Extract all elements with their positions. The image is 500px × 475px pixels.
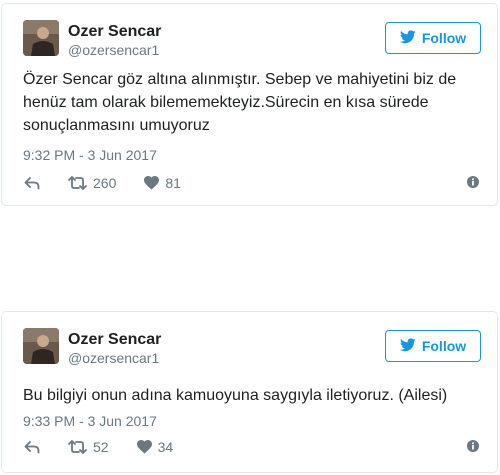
tweet-text: Özer Sencar göz altına alınmıştır. Sebep…	[23, 71, 457, 134]
retweet-icon	[68, 440, 87, 454]
follow-button[interactable]: Follow	[385, 22, 481, 54]
reply-button[interactable]	[24, 176, 40, 190]
twitter-bird-icon	[399, 337, 416, 355]
tweet-actions: 52 34	[24, 437, 479, 457]
author-handle[interactable]: @ozersencar1	[68, 350, 159, 366]
twitter-bird-icon	[399, 29, 416, 47]
avatar[interactable]	[23, 20, 59, 56]
author-handle[interactable]: @ozersencar1	[68, 42, 159, 58]
tweet-card: Ozer Sencar @ozersencar1 Follow Bu bilgi…	[1, 311, 498, 473]
tweet-timestamp[interactable]: 9:32 PM - 3 Jun 2017	[23, 147, 157, 163]
retweet-button[interactable]: 52	[68, 439, 109, 455]
retweet-icon	[68, 176, 87, 190]
tweet-actions: 260 81	[24, 173, 479, 193]
retweet-button[interactable]: 260	[68, 175, 116, 191]
heart-icon	[144, 176, 160, 190]
retweet-count: 52	[93, 439, 109, 455]
follow-label: Follow	[421, 338, 467, 354]
like-button[interactable]: 81	[144, 175, 181, 191]
tweet-card: Ozer Sencar @ozersencar1 Follow Özer Sen…	[1, 3, 498, 206]
author-name[interactable]: Ozer Sencar	[68, 23, 161, 41]
heart-icon	[136, 440, 152, 454]
like-count: 81	[165, 175, 181, 191]
info-icon[interactable]	[467, 175, 479, 191]
reply-icon	[24, 176, 40, 190]
reply-icon	[24, 440, 40, 454]
avatar[interactable]	[23, 328, 59, 364]
retweet-count: 260	[93, 175, 117, 191]
reply-button[interactable]	[24, 440, 40, 454]
tweet-timestamp[interactable]: 9:33 PM - 3 Jun 2017	[23, 413, 157, 429]
like-count: 34	[157, 439, 174, 455]
like-button[interactable]: 34	[136, 439, 174, 455]
tweet-text: Bu bilgiyi onun adına kamuoyuna saygıyla…	[23, 387, 448, 404]
follow-label: Follow	[421, 30, 467, 46]
info-icon[interactable]	[467, 439, 479, 455]
follow-button[interactable]: Follow	[385, 330, 481, 362]
author-name[interactable]: Ozer Sencar	[68, 331, 161, 349]
